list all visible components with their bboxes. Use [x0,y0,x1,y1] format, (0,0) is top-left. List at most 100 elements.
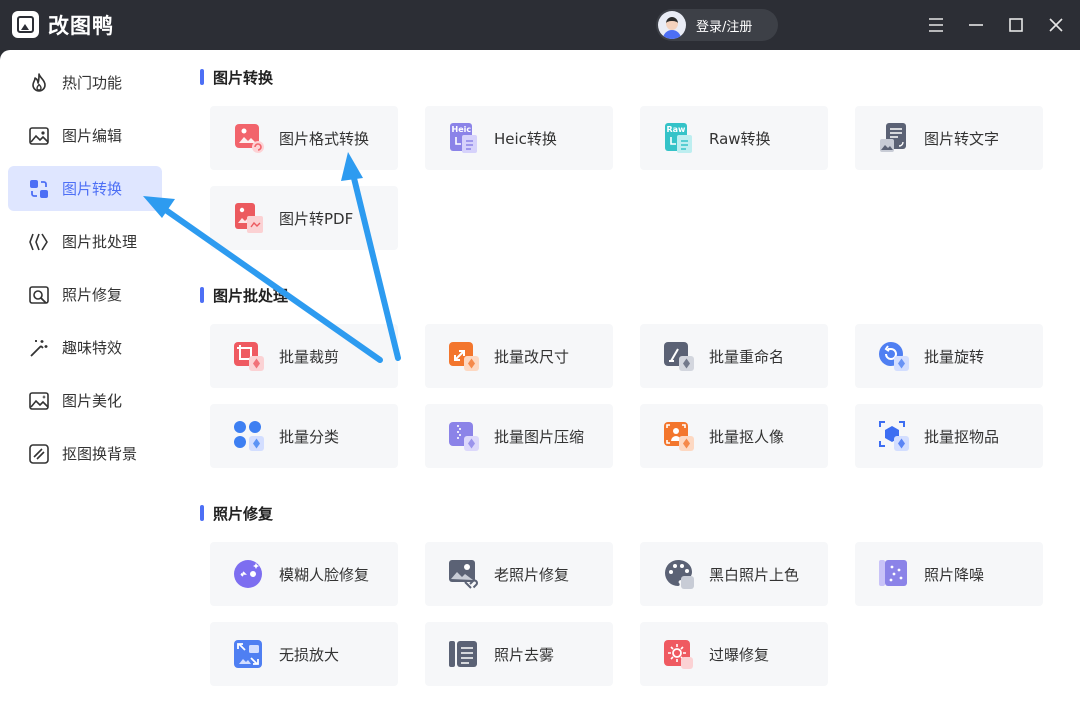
card-label: 批量分类 [279,428,340,446]
card-label: 批量改尺寸 [494,348,570,366]
sidebar-item-label: 抠图换背景 [62,445,138,463]
overexposure-fix-icon [662,637,696,671]
card-label: 图片转PDF [279,210,354,228]
batch-resize-icon [447,339,481,373]
batch-rotate-icon [877,339,911,373]
upscale-icon [232,637,266,671]
card-label: 老照片修复 [494,566,570,584]
card-denoise[interactable]: 照片降噪 [855,542,1043,606]
card-label: 模糊人脸修复 [279,566,370,584]
app-name: 改图鸭 [48,14,114,38]
card-label: 照片去雾 [494,646,555,664]
login-button[interactable]: 登录/注册 [656,9,778,41]
card-batch-compress[interactable]: 批量图片压缩 [425,404,613,468]
card-dehaze[interactable]: 照片去雾 [425,622,613,686]
card-label: 批量重命名 [709,348,785,366]
magic-wand-icon [28,337,50,359]
card-label: 图片格式转换 [279,130,370,148]
sidebar-item-cutout[interactable]: 抠图换背景 [8,431,162,476]
card-label: 批量图片压缩 [494,428,585,446]
card-colorize[interactable]: 黑白照片上色 [640,542,828,606]
card-batch-crop[interactable]: 批量裁剪 [210,324,398,388]
batch-crop-icon [232,339,266,373]
login-label: 登录/注册 [696,20,753,35]
sidebar-item-photo-repair[interactable]: 照片修复 [8,272,162,317]
card-format-convert[interactable]: 图片格式转换 [210,106,398,170]
sidebar-item-image-convert[interactable]: 图片转换 [8,166,162,211]
sidebar-item-label: 图片美化 [62,392,123,410]
card-label: 批量抠物品 [924,428,1000,446]
heic-icon: Heic [447,121,481,155]
card-label: 过曝修复 [709,646,770,664]
fire-icon [28,72,50,94]
card-heic-convert[interactable]: Heic Heic转换 [425,106,613,170]
batch-object-cutout-icon [877,419,911,453]
card-batch-object-cutout[interactable]: 批量抠物品 [855,404,1043,468]
sidebar-item-label: 图片编辑 [62,127,123,145]
card-batch-portrait-cutout[interactable]: 批量抠人像 [640,404,828,468]
sidebar-item-batch[interactable]: 图片批处理 [8,219,162,264]
section-title: 图片批处理 [200,285,288,306]
svg-text:Heic: Heic [452,125,472,134]
menu-icon[interactable] [924,13,948,37]
sidebar-item-image-edit[interactable]: 图片编辑 [8,113,162,158]
batch-compress-icon [447,419,481,453]
card-upscale[interactable]: 无损放大 [210,622,398,686]
old-photo-repair-icon [447,557,481,591]
card-label: 批量裁剪 [279,348,340,366]
beautify-icon [28,390,50,412]
card-label: Raw转换 [709,130,771,148]
sidebar-item-hot[interactable]: 热门功能 [8,60,162,105]
card-overexposure-fix[interactable]: 过曝修复 [640,622,828,686]
card-image-to-text[interactable]: 图片转文字 [855,106,1043,170]
format-convert-icon [232,121,266,155]
card-old-photo-repair[interactable]: 老照片修复 [425,542,613,606]
sidebar: 热门功能 图片编辑 图片转换 图片批处理 照片修复 趣味特效 图片美化 抠图换背… [0,50,170,720]
title-bar: 改图鸭 登录/注册 [0,0,1080,50]
main-content: 图片转换 图片格式转换 Heic Heic转换 Raw Raw转换 图片转文字 … [170,50,1080,720]
card-batch-classify[interactable]: 批量分类 [210,404,398,468]
maximize-icon[interactable] [1004,13,1028,37]
batch-icon [28,231,50,253]
card-label: 图片转文字 [924,130,1000,148]
colorize-icon [662,557,696,591]
card-batch-rename[interactable]: 批量重命名 [640,324,828,388]
sidebar-item-effects[interactable]: 趣味特效 [8,325,162,370]
image-edit-icon [28,125,50,147]
batch-portrait-cutout-icon [662,419,696,453]
sidebar-item-label: 趣味特效 [62,339,123,357]
card-label: 照片降噪 [924,566,985,584]
image-to-pdf-icon [232,201,266,235]
image-to-text-icon [877,121,911,155]
sidebar-item-label: 热门功能 [62,74,123,92]
section-title: 图片转换 [200,67,273,88]
dehaze-icon [447,637,481,671]
sidebar-item-label: 图片转换 [62,180,123,198]
sidebar-item-beautify[interactable]: 图片美化 [8,378,162,423]
repair-icon [28,284,50,306]
minimize-icon[interactable] [964,13,988,37]
avatar [658,11,686,39]
card-label: 无损放大 [279,646,340,664]
sidebar-item-label: 照片修复 [62,286,123,304]
section-title: 照片修复 [200,503,273,524]
sidebar-item-label: 图片批处理 [62,233,138,251]
card-label: 批量抠人像 [709,428,785,446]
card-batch-resize[interactable]: 批量改尺寸 [425,324,613,388]
denoise-icon [877,557,911,591]
app-logo-icon [12,11,39,38]
card-image-to-pdf[interactable]: 图片转PDF [210,186,398,250]
card-raw-convert[interactable]: Raw Raw转换 [640,106,828,170]
cutout-icon [28,443,50,465]
batch-classify-icon [232,419,266,453]
card-label: 批量旋转 [924,348,985,366]
convert-icon [28,178,50,200]
card-label: Heic转换 [494,130,557,148]
face-repair-icon [232,557,266,591]
raw-icon: Raw [662,121,696,155]
svg-text:Raw: Raw [667,125,687,134]
close-icon[interactable] [1044,13,1068,37]
card-batch-rotate[interactable]: 批量旋转 [855,324,1043,388]
card-face-repair[interactable]: 模糊人脸修复 [210,542,398,606]
batch-rename-icon [662,339,696,373]
